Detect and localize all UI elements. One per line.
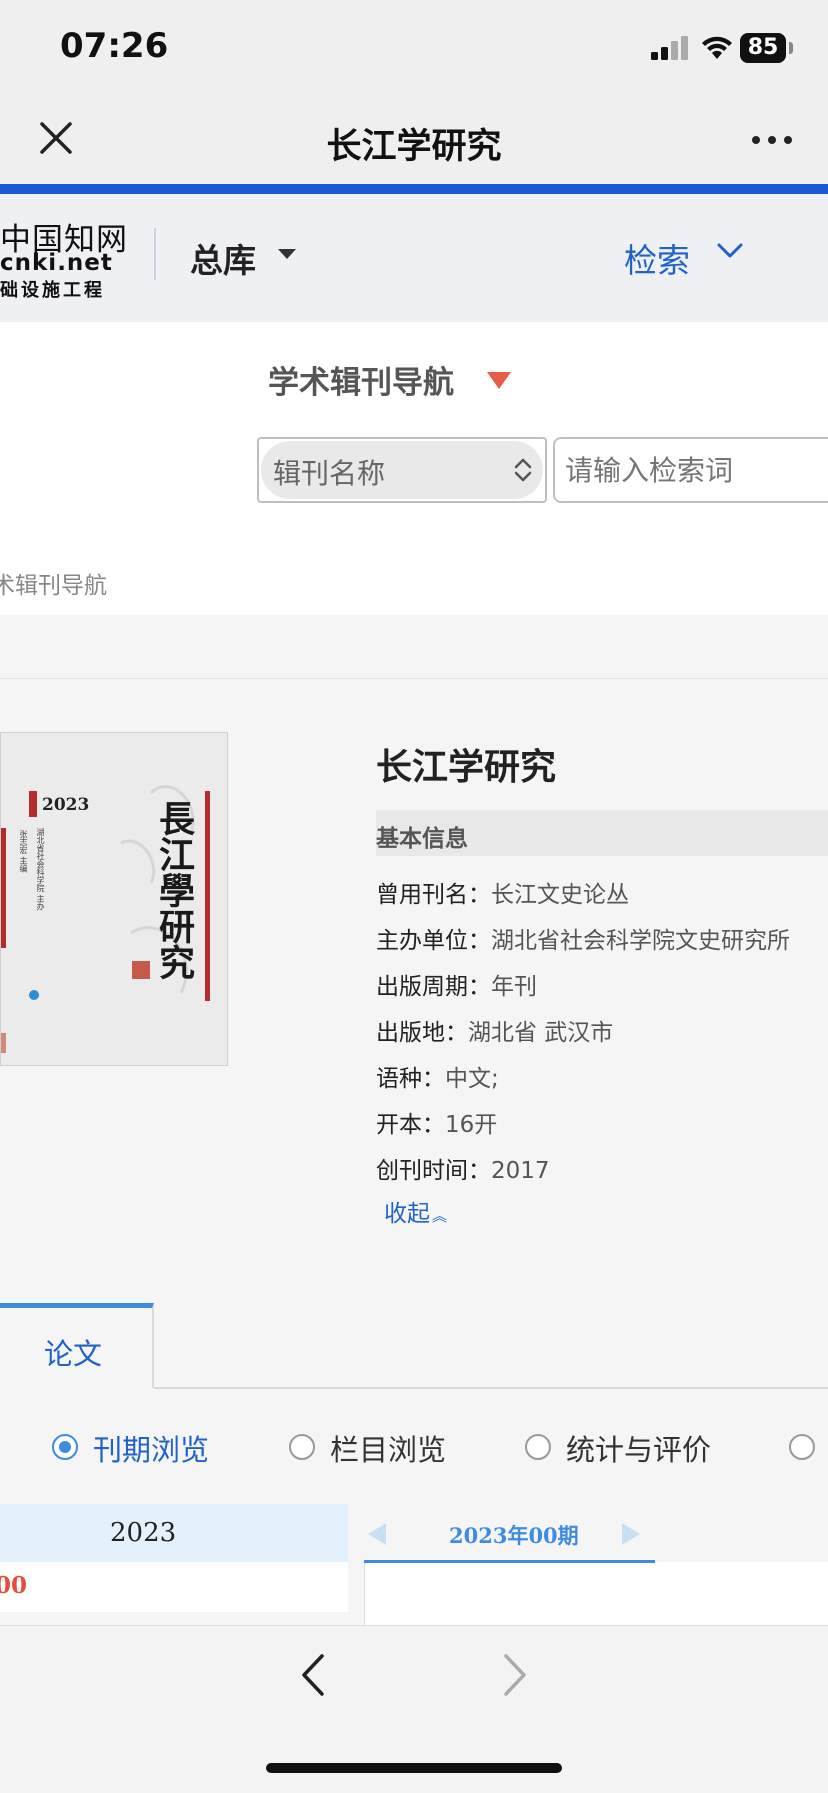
logo-text-slogan: 础设施工程	[0, 280, 105, 301]
info-value: 2017	[491, 1158, 550, 1184]
radio-stats-evaluation[interactable]	[525, 1434, 551, 1460]
journal-title: 长江学研究	[376, 747, 557, 788]
year-label[interactable]: 2023	[110, 1518, 176, 1548]
library-dropdown[interactable]: 总库	[190, 234, 256, 282]
journal-navigation-title[interactable]: 学术辑刊导航	[268, 357, 454, 402]
page-title: 长江学研究	[326, 127, 502, 167]
cover-editor: 张志宏 主编	[19, 830, 28, 873]
cover-year: 2023	[42, 795, 90, 815]
info-value: 年刊	[491, 974, 537, 1000]
battery-icon: 85	[740, 33, 786, 63]
logo-text-domain: cnki.net	[0, 250, 113, 276]
breadcrumb[interactable]: 术辑刊导航	[0, 566, 107, 600]
info-former-name: 曾用刊名：长江文史论丛	[376, 882, 629, 908]
year-issue-number[interactable]: 00	[0, 1572, 27, 1599]
radio-stats-evaluation-label[interactable]: 统计与评价	[566, 1427, 711, 1469]
forward-arrow-icon[interactable]	[498, 1650, 532, 1700]
info-value: 湖北省社会科学院文史研究所	[491, 928, 790, 954]
caret-down-icon[interactable]	[487, 372, 511, 389]
collapse-link[interactable]: 收起 ︽	[384, 1194, 447, 1228]
more-options-icon[interactable]	[748, 130, 798, 150]
breadcrumb-bar	[0, 527, 828, 615]
double-chevron-up-icon: ︽	[432, 1207, 448, 1225]
info-value: 长江文史论丛	[491, 882, 629, 908]
issue-underline	[364, 1560, 655, 1563]
select-arrows-icon	[514, 458, 532, 482]
radio-column-browse-label[interactable]: 栏目浏览	[330, 1427, 446, 1469]
tab-divider	[154, 1387, 828, 1389]
divider	[0, 678, 828, 679]
search-input[interactable]	[553, 437, 828, 503]
cellular-signal-icon	[651, 36, 688, 60]
info-value: 中文;	[445, 1066, 499, 1092]
info-format: 开本：16开	[376, 1112, 498, 1138]
caret-down-icon[interactable]	[278, 249, 296, 259]
wifi-icon	[702, 36, 732, 59]
tab-papers-label: 论文	[44, 1337, 103, 1371]
search-link[interactable]: 检索	[624, 234, 690, 282]
year-issue-row[interactable]	[0, 1562, 348, 1612]
info-language: 语种：中文;	[376, 1066, 499, 1092]
radio-issue-browse-label[interactable]: 刊期浏览	[93, 1427, 209, 1469]
cover-calligraphy: 長江學研究	[153, 800, 195, 980]
basic-info-label: 基本信息	[376, 826, 468, 852]
info-value: 湖北省 武汉市	[468, 1020, 614, 1046]
back-arrow-icon[interactable]	[296, 1650, 330, 1700]
status-time: 07:26	[60, 26, 169, 66]
current-issue-label[interactable]: 2023年00期	[449, 1520, 579, 1550]
prev-issue-arrow-icon[interactable]	[368, 1523, 386, 1545]
radio-issue-browse[interactable]	[52, 1434, 78, 1460]
chevron-down-icon[interactable]	[716, 242, 744, 260]
next-issue-arrow-icon[interactable]	[622, 1523, 640, 1545]
info-frequency: 出版周期：年刊	[376, 974, 537, 1000]
search-field-select-value: 辑刊名称	[273, 457, 386, 490]
info-value: 16开	[445, 1112, 498, 1138]
cover-sponsor: 湖北省社会科学院 主办	[36, 828, 45, 911]
home-indicator[interactable]	[266, 1763, 562, 1773]
header-divider	[154, 228, 156, 280]
issue-panel	[364, 1562, 828, 1625]
radio-option-4[interactable]	[789, 1434, 815, 1460]
info-place: 出版地：湖北省 武汉市	[376, 1020, 614, 1046]
info-sponsor: 主办单位：湖北省社会科学院文史研究所	[376, 928, 790, 954]
battery-tip	[789, 42, 793, 54]
radio-column-browse[interactable]	[289, 1434, 315, 1460]
accent-strip	[0, 184, 828, 194]
info-founded: 创刊时间：2017	[376, 1158, 550, 1184]
